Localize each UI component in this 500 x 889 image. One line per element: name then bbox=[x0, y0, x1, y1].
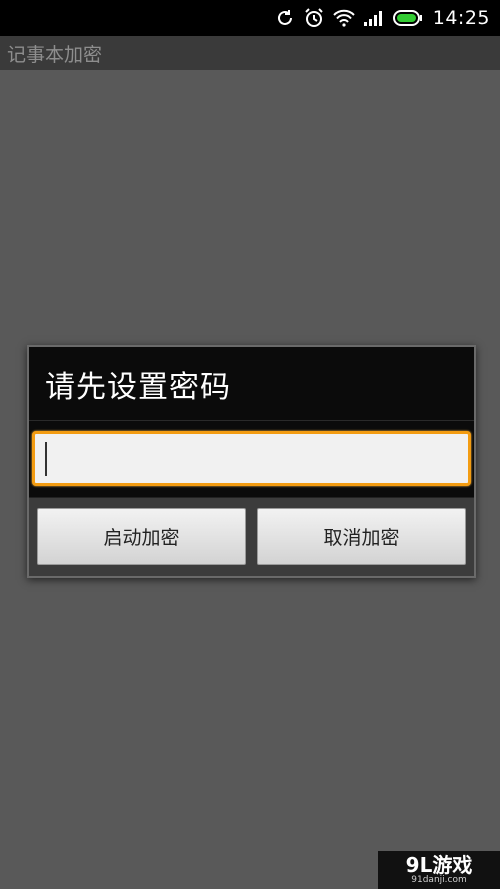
app-title: 记事本加密 bbox=[7, 43, 103, 66]
status-time: 14:25 bbox=[432, 7, 490, 29]
wifi-icon bbox=[333, 9, 355, 27]
watermark-logo: 9L游戏 bbox=[405, 852, 473, 877]
sync-icon bbox=[275, 8, 295, 28]
battery-icon bbox=[392, 9, 423, 27]
watermark-url: 91danji.com bbox=[411, 874, 467, 885]
text-cursor bbox=[45, 442, 47, 476]
cancel-encryption-button[interactable]: 取消加密 bbox=[257, 508, 466, 565]
alarm-icon bbox=[303, 7, 325, 29]
password-input[interactable] bbox=[32, 431, 471, 486]
dialog-button-row: 启动加密 取消加密 bbox=[29, 497, 474, 576]
dialog-header: 请先设置密码 bbox=[29, 347, 474, 421]
watermark: 9L游戏 91danji.com bbox=[378, 851, 500, 889]
set-password-dialog: 请先设置密码 启动加密 取消加密 bbox=[27, 345, 476, 578]
status-bar: 14:25 bbox=[0, 0, 500, 36]
screen: 14:25 记事本加密 请先设置密码 启动加密 取消加密 9L游戏 91danj… bbox=[0, 0, 500, 889]
dialog-title: 请先设置密码 bbox=[45, 369, 231, 405]
enable-encryption-button[interactable]: 启动加密 bbox=[37, 508, 246, 565]
signal-icon bbox=[363, 9, 385, 27]
action-bar: 记事本加密 bbox=[0, 36, 500, 70]
